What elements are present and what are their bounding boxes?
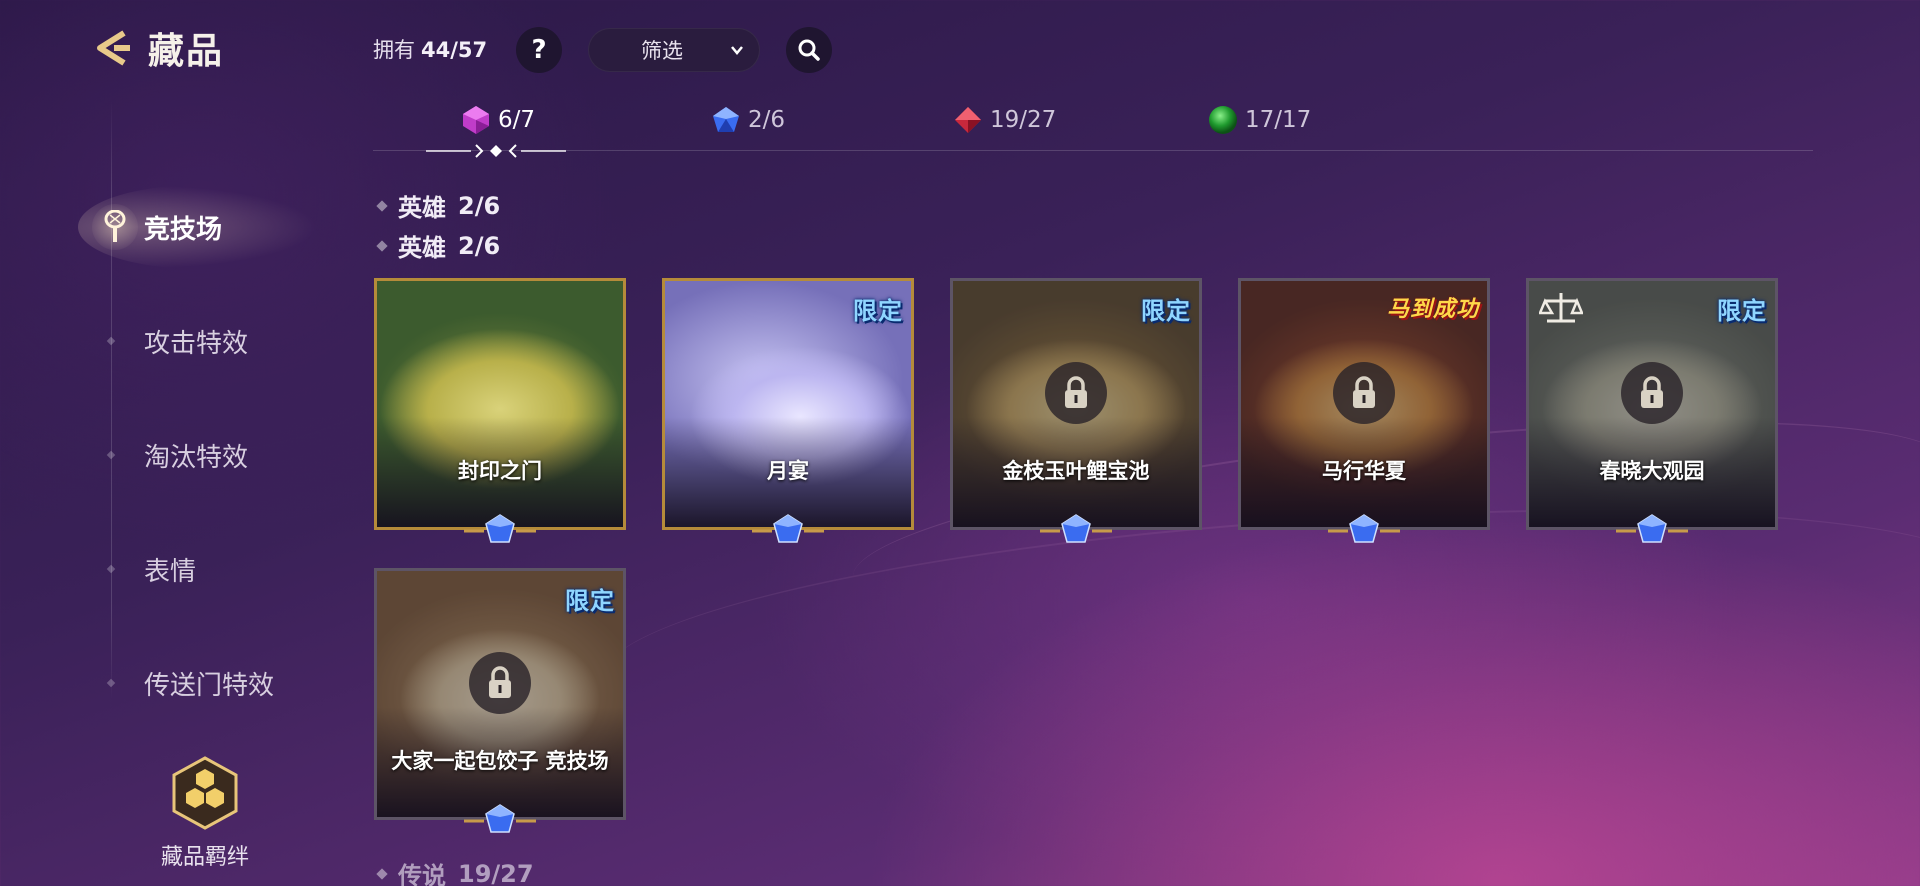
tab-count: 17/17 [1245,107,1312,133]
back-button[interactable]: 藏品 [90,22,224,74]
collection-bond-button[interactable]: 藏品羁绊 [155,755,255,871]
card-name: 春晓大观园 [1599,459,1705,483]
owned-value: 44/57 [421,38,488,62]
tab-active-indicator [426,144,566,158]
back-arrow-icon [97,30,130,66]
sidebar-item-emotes[interactable]: 表情 [78,512,338,626]
horse-event-badge: 马到成功 [1386,297,1479,322]
sidebar-item-label: 攻击特效 [144,328,249,359]
sidebar-item-label: 竞技场 [144,214,223,245]
section-count: 19/27 [458,859,534,886]
tab-purple[interactable]: 6/7 [460,104,710,136]
limited-badge: 限定 [1717,297,1767,325]
search-icon [798,39,820,61]
sidebar-item-label: 表情 [144,556,197,587]
sidebar-item-label: 淘汰特效 [144,442,249,473]
sidebar-item-arena[interactable]: 竞技场 [78,170,338,284]
tab-blue[interactable]: 2/6 [710,104,952,136]
green-orb-icon [1209,106,1237,134]
rarity-tabs: 6/7 2/6 19/27 17/17 [460,104,1347,136]
arena-card[interactable]: 封印之门 [374,278,626,543]
blue-gem-icon [464,514,536,543]
blue-gem-icon [713,107,739,132]
hexagon-cells-icon [172,756,238,830]
question-mark-icon: ? [531,35,547,65]
arena-card[interactable]: 限定 春晓大观园 [1526,278,1778,543]
tab-red[interactable]: 19/27 [952,104,1207,136]
filter-label: 筛选 [641,39,683,63]
lock-icon [1621,362,1683,424]
section-count: 2/6 [458,231,501,260]
arena-icon [92,204,138,250]
chevron-down-icon [731,46,743,55]
tab-count: 2/6 [748,107,786,133]
card-name: 马行华夏 [1322,459,1406,483]
section-header-hero: 英雄 2/6 [376,188,501,223]
lock-icon [1045,362,1107,424]
blue-gem-icon [1040,514,1112,543]
help-button[interactable]: ? [516,27,562,73]
section-header-legend: 传说 19/27 [376,856,534,886]
blue-gem-icon [752,514,824,543]
tab-count: 19/27 [990,107,1057,133]
sidebar-nav: 竞技场 攻击特效 淘汰特效 表情 传送门特效 [78,170,338,740]
owned-label: 拥有 [373,38,415,62]
arena-card[interactable]: 限定 大家一起包饺子 竞技场 [374,568,626,833]
sidebar-item-attack-effects[interactable]: 攻击特效 [78,284,338,398]
card-name: 金枝玉叶鲤宝池 [1002,459,1150,483]
blue-gem-icon [1328,514,1400,543]
limited-badge: 限定 [565,587,615,615]
sidebar-item-label: 传送门特效 [144,670,275,701]
collection-bond-label: 藏品羁绊 [160,845,249,870]
section-header-hero-sticky: 英雄 2/6 [376,228,501,263]
tab-count: 6/7 [498,107,536,133]
owned-count: 拥有 44/57 [373,34,487,64]
section-title: 英雄 [398,234,446,262]
blue-gem-icon [1616,514,1688,543]
search-button[interactable] [786,27,832,73]
section-count: 2/6 [458,191,501,220]
arena-card[interactable]: 马到成功 马行华夏 [1238,278,1490,543]
arena-card[interactable]: 限定 金枝玉叶鲤宝池 [950,278,1202,543]
blue-gem-icon [464,804,536,833]
red-gem-icon [955,107,981,133]
purple-gem-icon [463,106,489,134]
sidebar-item-portal-effects[interactable]: 传送门特效 [78,626,338,740]
sidebar-item-elimination-effects[interactable]: 淘汰特效 [78,398,338,512]
lock-icon [1333,362,1395,424]
card-name: 月宴 [767,459,809,483]
tab-divider [373,150,1813,151]
filter-dropdown[interactable]: 筛选 [588,28,760,72]
card-name: 封印之门 [458,459,542,483]
page-title: 藏品 [148,31,225,72]
card-name: 大家一起包饺子 竞技场 [391,749,609,773]
limited-badge: 限定 [1141,297,1191,325]
scale-icon [1539,293,1583,323]
limited-badge: 限定 [853,297,903,325]
arena-card[interactable]: 限定 月宴 [662,278,914,543]
section-title: 英雄 [398,194,446,222]
lock-icon [469,652,531,714]
section-title: 传说 [398,862,446,886]
tab-green[interactable]: 17/17 [1207,104,1347,136]
